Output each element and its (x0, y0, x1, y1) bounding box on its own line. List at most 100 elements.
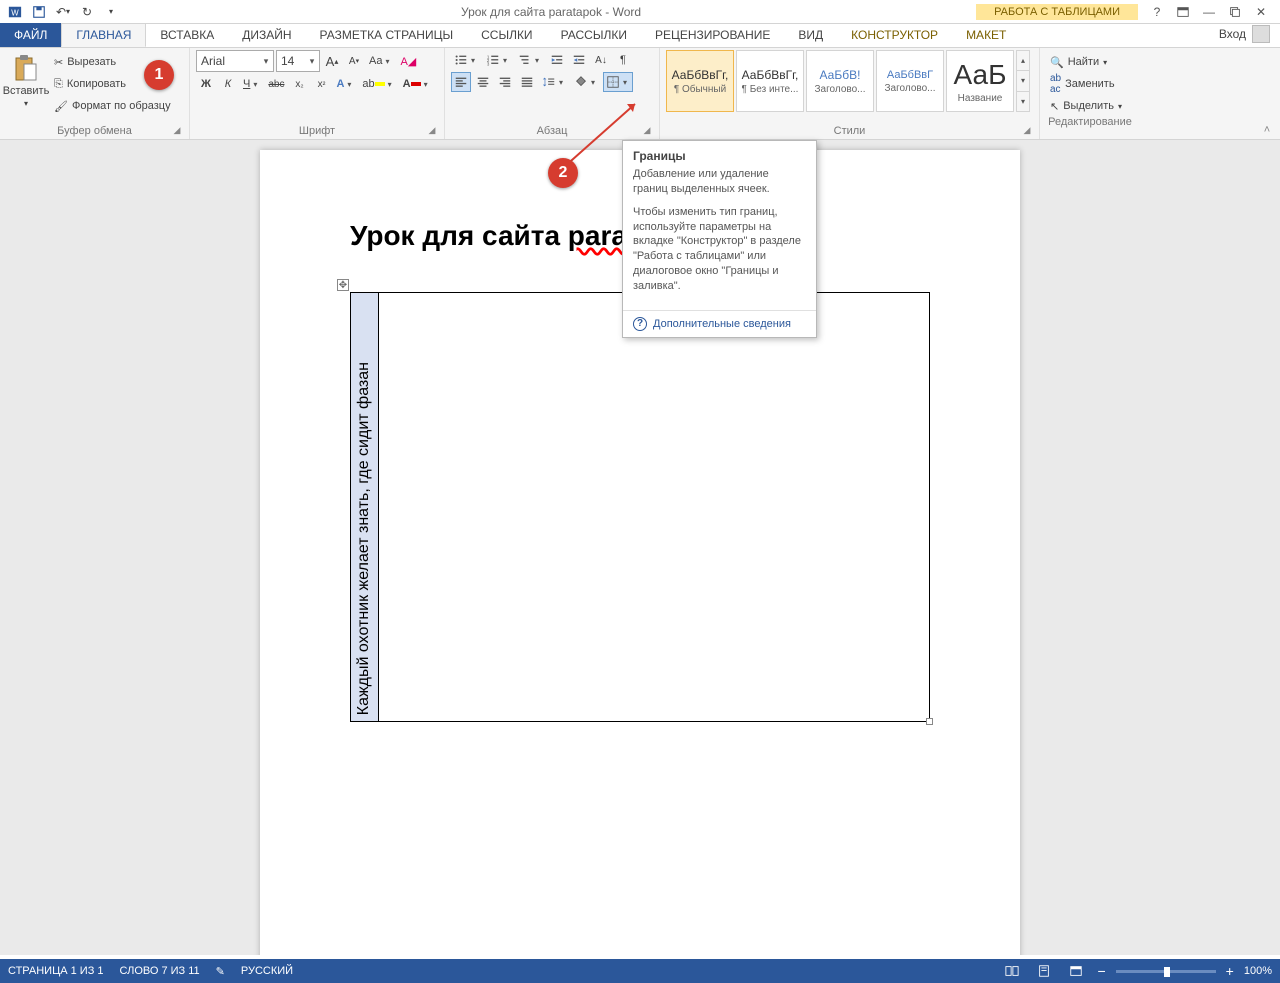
numbering-button[interactable]: 123▾ (483, 50, 513, 70)
redo-icon[interactable]: ↻ (76, 2, 98, 22)
tab-design[interactable]: ДИЗАЙН (228, 23, 305, 47)
tab-view[interactable]: ВИД (784, 23, 837, 47)
align-left-button[interactable] (451, 72, 471, 92)
status-language[interactable]: РУССКИЙ (241, 965, 293, 977)
maximize-icon[interactable] (1224, 3, 1246, 21)
table-cell-rotated[interactable]: Каждый охотник желает знать, где сидит ф… (351, 293, 379, 721)
tab-page-layout[interactable]: РАЗМЕТКА СТРАНИЦЫ (306, 23, 468, 47)
group-font: Arial▾ 14▾ A▴ A▾ Aa▾ A◢ Ж К Ч▾ abc x₂ x²… (190, 48, 445, 139)
replace-button[interactable]: abacЗаменить (1046, 74, 1134, 94)
zoom-out-icon[interactable]: − (1097, 963, 1105, 979)
zoom-slider-thumb[interactable] (1164, 967, 1170, 977)
style-no-spacing[interactable]: АаБбВвГг,¶ Без инте... (736, 50, 804, 112)
italic-button[interactable]: К (218, 74, 238, 94)
shrink-font-button[interactable]: A▾ (344, 51, 364, 71)
styles-scroll-up-icon[interactable]: ▴ (1017, 51, 1029, 71)
change-case-button[interactable]: Aa▾ (366, 51, 395, 71)
show-hide-button[interactable]: ¶ (613, 50, 633, 70)
decrease-indent-button[interactable] (547, 50, 567, 70)
styles-group-label: Стили (834, 125, 866, 137)
font-size-combo[interactable]: 14▾ (276, 50, 320, 72)
proofing-icon[interactable]: ✎ (216, 965, 225, 978)
font-color-button[interactable]: A▾ (400, 74, 434, 94)
font-launcher-icon[interactable]: ◢ (426, 125, 438, 137)
styles-scroll: ▴ ▾ ▾ (1016, 50, 1030, 112)
shading-button[interactable]: ▾ (571, 72, 601, 92)
collapse-ribbon-icon[interactable]: ˄ (1260, 123, 1274, 137)
word-icon: W (4, 2, 26, 22)
chevron-down-icon[interactable]: ▾ (305, 56, 319, 67)
multilevel-list-button[interactable]: ▾ (515, 50, 545, 70)
tab-mailings[interactable]: РАССЫЛКИ (547, 23, 641, 47)
tab-review[interactable]: РЕЦЕНЗИРОВАНИЕ (641, 23, 784, 47)
undo-icon[interactable]: ↶▾ (52, 2, 74, 22)
zoom-in-icon[interactable]: + (1226, 963, 1234, 979)
tab-references[interactable]: ССЫЛКИ (467, 23, 546, 47)
font-size-value: 14 (277, 54, 305, 68)
highlight-button[interactable]: ab▾ (359, 74, 397, 94)
table-move-handle-icon[interactable]: ✥ (337, 279, 349, 291)
style-heading2[interactable]: АаБбВвГЗаголово... (876, 50, 944, 112)
strikethrough-button[interactable]: abc (265, 74, 287, 94)
help-icon: ? (633, 317, 647, 331)
group-styles: АаБбВвГг,¶ Обычный АаБбВвГг,¶ Без инте..… (660, 48, 1040, 139)
find-button[interactable]: 🔍Найти▾ (1046, 52, 1134, 72)
font-family-combo[interactable]: Arial▾ (196, 50, 274, 72)
styles-scroll-down-icon[interactable]: ▾ (1017, 71, 1029, 91)
text-effects-icon: A (336, 78, 344, 90)
align-right-button[interactable] (495, 72, 515, 92)
minimize-icon[interactable]: — (1198, 3, 1220, 21)
bullets-button[interactable]: ▾ (451, 50, 481, 70)
close-icon[interactable]: ✕ (1250, 3, 1272, 21)
superscript-button[interactable]: x² (311, 74, 331, 94)
borders-button[interactable]: ▾ (603, 72, 633, 92)
read-mode-icon[interactable] (1001, 962, 1023, 980)
underline-button[interactable]: Ч▾ (240, 74, 263, 94)
grow-font-button[interactable]: A▴ (322, 51, 342, 71)
tab-home[interactable]: ГЛАВНАЯ (61, 23, 146, 47)
paste-icon (13, 54, 39, 84)
help-icon[interactable]: ? (1146, 3, 1168, 21)
zoom-slider[interactable] (1116, 970, 1216, 973)
style-heading1[interactable]: АаБбВ!Заголово... (806, 50, 874, 112)
document-table[interactable]: ✥ Каждый охотник желает знать, где сидит… (350, 292, 930, 722)
style-normal[interactable]: АаБбВвГг,¶ Обычный (666, 50, 734, 112)
ribbon-display-icon[interactable] (1172, 3, 1194, 21)
web-layout-icon[interactable] (1065, 962, 1087, 980)
tooltip-text-2: Чтобы изменить тип границ, используйте п… (633, 205, 806, 294)
rotated-cell-text: Каждый охотник желает знать, где сидит ф… (355, 362, 373, 715)
tab-file[interactable]: ФАЙЛ (0, 23, 61, 47)
line-spacing-button[interactable]: ▾ (539, 72, 569, 92)
zoom-level[interactable]: 100% (1244, 965, 1272, 977)
subscript-button[interactable]: x₂ (289, 74, 309, 94)
sort-icon: A↓ (595, 55, 607, 66)
callout-1: 1 (144, 60, 174, 90)
justify-button[interactable] (517, 72, 537, 92)
table-cell-empty[interactable] (379, 293, 929, 721)
select-button[interactable]: ↖Выделить▾ (1046, 96, 1134, 116)
text-effects-button[interactable]: A▾ (333, 74, 357, 94)
qat-customize-icon[interactable]: ▾ (100, 2, 122, 22)
status-words[interactable]: СЛОВО 7 ИЗ 11 (120, 965, 200, 977)
tab-table-design[interactable]: КОНСТРУКТОР (837, 23, 952, 47)
styles-expand-icon[interactable]: ▾ (1017, 92, 1029, 111)
chevron-down-icon[interactable]: ▾ (259, 56, 273, 67)
tooltip-more-link[interactable]: ? Дополнительные сведения (623, 310, 816, 337)
styles-launcher-icon[interactable]: ◢ (1021, 125, 1033, 137)
tab-table-layout[interactable]: МАКЕТ (952, 23, 1020, 47)
bold-button[interactable]: Ж (196, 74, 216, 94)
style-title[interactable]: АаБНазвание (946, 50, 1014, 112)
sort-button[interactable]: A↓ (591, 50, 611, 70)
print-layout-icon[interactable] (1033, 962, 1055, 980)
format-painter-button[interactable]: 🖌Формат по образцу (50, 96, 175, 116)
status-page[interactable]: СТРАНИЦА 1 ИЗ 1 (8, 965, 104, 977)
table-resize-handle-icon[interactable] (926, 718, 933, 725)
align-center-button[interactable] (473, 72, 493, 92)
tab-insert[interactable]: ВСТАВКА (146, 23, 228, 47)
save-icon[interactable] (28, 2, 50, 22)
clear-formatting-button[interactable]: A◢ (397, 51, 419, 71)
login-link[interactable]: Вход (1209, 21, 1280, 47)
paste-button[interactable]: Вставить ▾ (6, 50, 46, 112)
increase-indent-button[interactable] (569, 50, 589, 70)
clipboard-launcher-icon[interactable]: ◢ (171, 125, 183, 137)
